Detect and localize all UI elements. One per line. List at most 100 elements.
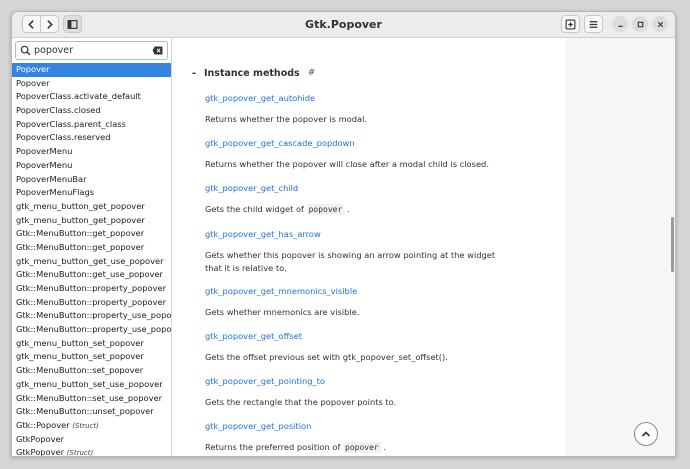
- app-window: Gtk.Popover Popover Popover PopoverClass.a…: [11, 11, 676, 457]
- description-text: Returns the preferred position of: [205, 442, 344, 452]
- search-result-item[interactable]: GtkPopover: [12, 433, 171, 447]
- search-result-item[interactable]: Gtk::MenuButton::get_popover: [12, 241, 171, 255]
- search-result-label: GtkPopover: [16, 447, 65, 456]
- search-result-item[interactable]: Gtk::MenuButton::get_popover: [12, 227, 171, 241]
- method-link[interactable]: gtk_popover_get_pointing_to: [205, 375, 505, 387]
- search-result-label: PopoverClass.reserved: [16, 132, 111, 143]
- search-result-item[interactable]: Gtk::MenuButton::property_use_popover: [12, 309, 171, 323]
- minimize-icon: [617, 25, 623, 27]
- scroll-to-top-icon: [641, 431, 651, 437]
- search-result-item[interactable]: Gtk::MenuButton::set_popover: [12, 364, 171, 378]
- description-text: Gets the child widget of: [205, 204, 307, 214]
- search-result-label: Popover: [16, 64, 50, 74]
- back-button[interactable]: [22, 15, 41, 33]
- method-description: Returns the preferred position of popove…: [205, 441, 505, 454]
- new-tab-button[interactable]: [561, 15, 580, 33]
- search-result-item[interactable]: Popover: [12, 77, 171, 91]
- sidebar-toggle-icon: [67, 19, 78, 29]
- maximize-button[interactable]: [632, 16, 648, 32]
- search-result-item[interactable]: Gtk::MenuButton::get_use_popover: [12, 268, 171, 282]
- hamburger-menu-icon: [589, 20, 598, 28]
- scroll-to-top-button[interactable]: [634, 422, 658, 446]
- main-menu-button[interactable]: [584, 15, 603, 33]
- method-description: Gets whether this popover is showing an …: [205, 250, 496, 273]
- sidebar-toggle-button[interactable]: [63, 15, 82, 33]
- search-result-label: gtk_menu_button_get_use_popover: [16, 255, 164, 266]
- search-result-item[interactable]: gtk_menu_button_get_popover: [12, 200, 171, 214]
- method-link[interactable]: gtk_popover_get_cascade_popdown: [205, 137, 505, 149]
- search-result-item[interactable]: gtk_menu_button_set_popover: [12, 350, 171, 364]
- search-result-item[interactable]: PopoverClass.activate_default: [12, 90, 171, 104]
- search-result-item[interactable]: Gtk::Popover (Struct): [12, 419, 171, 433]
- go-forward-icon: [47, 19, 53, 29]
- method-description: Gets the child widget of popover .: [205, 203, 505, 216]
- search-result-label: gtk_menu_button_get_popover: [16, 200, 145, 211]
- search-results-list: Popover Popover PopoverClass.activate_defa…: [12, 63, 171, 456]
- search-result-label: gtk_menu_button_get_popover: [16, 214, 145, 225]
- scrollbar[interactable]: [671, 217, 674, 272]
- search-result-label: Gtk::MenuButton::property_use_popover: [16, 324, 171, 335]
- search-result-label: PopoverClass.parent_class: [16, 118, 126, 129]
- search-result-item[interactable]: GtkPopover (Struct): [12, 446, 171, 456]
- section-anchor-link[interactable]: #: [308, 68, 316, 78]
- search-result-item[interactable]: gtk_menu_button_get_use_popover: [12, 255, 171, 269]
- search-result-label: Gtk::MenuButton::get_use_popover: [16, 269, 163, 280]
- search-result-type-tag: (Struct): [72, 421, 99, 430]
- method-entry: gtk_popover_get_mnemonics_visible Gets wh…: [205, 285, 505, 319]
- search-result-item[interactable]: gtk_menu_button_get_popover: [12, 214, 171, 228]
- method-entry: gtk_popover_get_position Returns the pref…: [205, 420, 505, 454]
- search-result-type-tag: (Struct): [66, 449, 94, 456]
- search-result-label: Gtk::MenuButton::set_popover: [16, 365, 144, 376]
- search-result-item[interactable]: Gtk::MenuButton::property_use_popover: [12, 323, 171, 337]
- method-description: Gets the offset previous set with gtk_po…: [205, 352, 448, 362]
- documentation-content: - Instance methods # gtk_popover_get_aut…: [172, 38, 565, 456]
- search-result-label: Gtk::MenuButton::get_popover: [16, 241, 145, 252]
- description-text: .: [344, 204, 350, 214]
- search-result-label: Gtk::MenuButton::unset_popover: [16, 406, 154, 417]
- search-result-label: gtk_menu_button_set_popover: [16, 337, 144, 348]
- search-result-item[interactable]: Gtk::MenuButton::property_popover: [12, 296, 171, 310]
- search-result-item[interactable]: gtk_menu_button_set_use_popover: [12, 378, 171, 392]
- search-result-item[interactable]: Gtk::MenuButton::set_use_popover: [12, 392, 171, 406]
- search-result-label: PopoverClass.closed: [16, 105, 101, 116]
- search-result-item[interactable]: PopoverClass.parent_class: [12, 118, 171, 132]
- clear-icon[interactable]: [152, 46, 163, 55]
- search-result-label: gtk_menu_button_set_use_popover: [16, 378, 163, 389]
- search-result-label: Gtk::MenuButton::property_popover: [16, 283, 167, 293]
- search-result-item[interactable]: Gtk::MenuButton::unset_popover: [12, 405, 171, 419]
- search-result-item[interactable]: PopoverMenuFlags: [12, 186, 171, 200]
- method-link[interactable]: gtk_popover_get_position: [205, 420, 505, 432]
- method-entry: gtk_popover_get_offset Gets the offset pr…: [205, 330, 505, 364]
- go-back-icon: [28, 19, 34, 29]
- minimize-button[interactable]: [612, 16, 628, 32]
- forward-button[interactable]: [40, 15, 59, 33]
- method-description: Returns whether the popover will close a…: [205, 159, 489, 169]
- method-link[interactable]: gtk_popover_get_autohide: [205, 92, 505, 104]
- search-result-item[interactable]: PopoverMenu: [12, 159, 171, 173]
- method-entry: gtk_popover_get_pointing_to Gets the rect…: [205, 375, 505, 409]
- inline-code: popover: [306, 204, 345, 215]
- search-result-label: Gtk::MenuButton::get_popover: [16, 228, 145, 239]
- search-result-item[interactable]: Gtk::MenuButton::property_popover: [12, 282, 171, 296]
- section-collapse-toggle[interactable]: -: [192, 68, 204, 79]
- search-result-label: gtk_menu_button_set_popover: [16, 351, 144, 362]
- search-result-item[interactable]: PopoverMenuBar: [12, 173, 171, 187]
- search-result-label: Gtk::Popover: [16, 419, 70, 430]
- method-entry: gtk_popover_get_child Gets the child widg…: [205, 182, 505, 216]
- search-input[interactable]: [34, 43, 144, 58]
- method-link[interactable]: gtk_popover_get_child: [205, 182, 505, 194]
- method-link[interactable]: gtk_popover_get_offset: [205, 330, 505, 342]
- method-description: Gets whether mnemonics are visible.: [205, 307, 360, 317]
- search-result-item[interactable]: PopoverClass.reserved: [12, 131, 171, 145]
- search-result-item[interactable]: gtk_menu_button_set_popover: [12, 337, 171, 351]
- search-result-label: PopoverMenu: [16, 146, 73, 157]
- close-button[interactable]: [652, 16, 668, 32]
- method-link[interactable]: gtk_popover_get_mnemonics_visible: [205, 285, 505, 297]
- search-result-item[interactable]: PopoverClass.closed: [12, 104, 171, 118]
- header-bar: Gtk.Popover: [12, 12, 675, 38]
- method-entry: gtk_popover_get_cascade_popdown Returns w…: [205, 137, 505, 171]
- inline-code: popover: [343, 442, 381, 453]
- method-link[interactable]: gtk_popover_get_has_arrow: [205, 228, 505, 240]
- search-result-item[interactable]: Popover: [12, 63, 171, 77]
- search-result-item[interactable]: PopoverMenu: [12, 145, 171, 159]
